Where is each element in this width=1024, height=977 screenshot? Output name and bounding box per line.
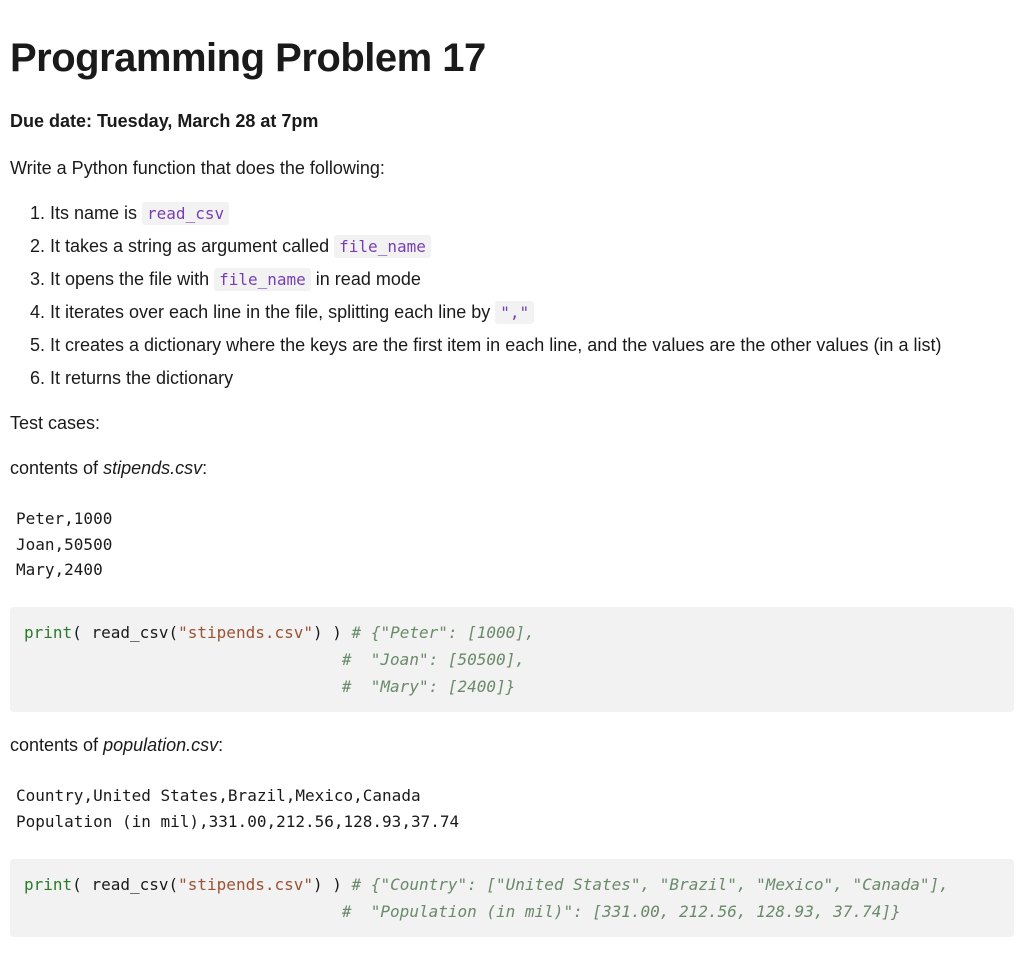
tok-punct: ( (169, 623, 179, 642)
tok-string: "stipends.csv" (178, 623, 313, 642)
tok-punct: ) (323, 875, 352, 894)
step-text: It iterates over each line in the file, … (50, 302, 495, 322)
tok-punct: ) (313, 623, 323, 642)
file-contents: Peter,1000 Joan,50500 Mary,2400 (10, 500, 1014, 589)
file-label-suffix: : (202, 458, 207, 478)
tok-comment: # {"Country": ["United States", "Brazil"… (352, 875, 949, 894)
tok-builtin: print (24, 623, 72, 642)
list-item: It creates a dictionary where the keys a… (50, 332, 1014, 359)
file-label-suffix: : (218, 735, 223, 755)
tok-punct: ) (313, 875, 323, 894)
file-contents: Country,United States,Brazil,Mexico,Cana… (10, 777, 1014, 840)
code-inline: file_name (334, 235, 431, 258)
file-name: population.csv (103, 735, 218, 755)
list-item: It iterates over each line in the file, … (50, 299, 1014, 326)
tok-punct: ( (72, 623, 91, 642)
code-inline: file_name (214, 268, 311, 291)
file-name: stipends.csv (103, 458, 202, 478)
step-text: It opens the file with (50, 269, 214, 289)
file-label-prefix: contents of (10, 735, 103, 755)
intro-text: Write a Python function that does the fo… (10, 155, 1014, 182)
step-text: in read mode (311, 269, 421, 289)
tok-punct: ( (169, 875, 179, 894)
tok-comment: # "Joan": [50500], (24, 650, 525, 669)
list-item: It returns the dictionary (50, 365, 1014, 392)
step-text: Its name is (50, 203, 142, 223)
tok-func: read_csv (91, 875, 168, 894)
file-label: contents of population.csv: (10, 732, 1014, 759)
page-title: Programming Problem 17 (10, 28, 1014, 88)
due-date: Due date: Tuesday, March 28 at 7pm (10, 108, 1014, 135)
requirements-list: Its name is read_csv It takes a string a… (10, 200, 1014, 392)
step-text: It returns the dictionary (50, 368, 233, 388)
list-item: It opens the file with file_name in read… (50, 266, 1014, 293)
code-inline: "," (495, 301, 534, 324)
tok-comment: # "Mary": [2400]} (24, 677, 515, 696)
code-block: print( read_csv("stipends.csv") ) # {"Co… (10, 859, 1014, 937)
tok-string: "stipends.csv" (178, 875, 313, 894)
tok-punct: ( (72, 875, 91, 894)
tok-punct: ) (323, 623, 352, 642)
tok-comment: # "Population (in mil)": [331.00, 212.56… (24, 902, 901, 921)
file-label: contents of stipends.csv: (10, 455, 1014, 482)
code-block: print( read_csv("stipends.csv") ) # {"Pe… (10, 607, 1014, 713)
code-inline: read_csv (142, 202, 229, 225)
test-cases-label: Test cases: (10, 410, 1014, 437)
step-text: It creates a dictionary where the keys a… (50, 335, 941, 355)
tok-builtin: print (24, 875, 72, 894)
file-label-prefix: contents of (10, 458, 103, 478)
tok-func: read_csv (91, 623, 168, 642)
tok-comment: # {"Peter": [1000], (352, 623, 535, 642)
step-text: It takes a string as argument called (50, 236, 334, 256)
list-item: It takes a string as argument called fil… (50, 233, 1014, 260)
list-item: Its name is read_csv (50, 200, 1014, 227)
document: Programming Problem 17 Due date: Tuesday… (0, 0, 1024, 977)
